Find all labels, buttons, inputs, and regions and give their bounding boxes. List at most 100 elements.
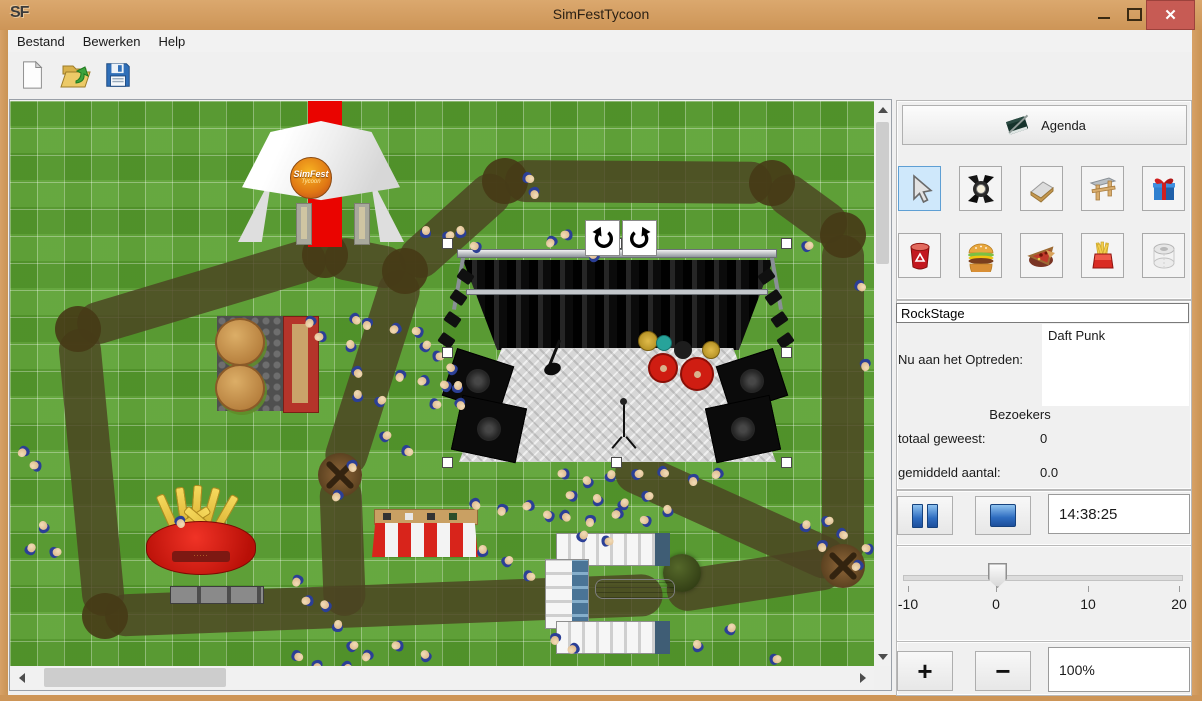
tool-spotlight-button[interactable] (959, 166, 1002, 211)
entrance-tent[interactable]: SimFestTycoon (242, 121, 400, 245)
festival-visitor (351, 389, 364, 403)
menu-help[interactable]: Help (150, 32, 195, 51)
selection-handle[interactable] (781, 238, 792, 249)
festival-visitor (769, 652, 783, 665)
fries-stand[interactable]: ····· (146, 499, 256, 579)
festival-visitor (332, 620, 344, 633)
fries-stand-sign: ····· (172, 551, 230, 562)
window-frame-right (1192, 30, 1202, 701)
market-stall[interactable] (372, 509, 478, 559)
open-file-button[interactable] (57, 56, 93, 94)
horizontal-scrollbar-thumb[interactable] (44, 668, 226, 687)
fries-bowl (146, 521, 256, 575)
tool-fries-button[interactable] (1081, 233, 1124, 278)
toolbar (8, 52, 1192, 97)
festival-visitor (420, 226, 431, 238)
cursor-icon (904, 173, 936, 205)
scroll-down-button[interactable] (874, 648, 891, 666)
toilet-block[interactable] (545, 559, 589, 629)
tool-burger-button[interactable] (959, 233, 1002, 278)
scroll-left-button[interactable] (10, 666, 33, 689)
festival-visitor (452, 381, 463, 393)
mic-head (620, 398, 627, 405)
festival-map-canvas[interactable]: ····· (10, 101, 874, 666)
menu-bestand[interactable]: Bestand (8, 32, 74, 51)
pause-button[interactable] (897, 496, 953, 535)
rotate-right-button[interactable] (622, 220, 657, 256)
scroll-right-button[interactable] (851, 666, 874, 689)
stage-light (443, 311, 462, 329)
average-visitors-value: 0.0 (1040, 465, 1058, 480)
footpath-segment (57, 327, 126, 618)
festival-visitor (816, 539, 828, 552)
path-tile-icon (1026, 173, 1058, 205)
save-file-button[interactable] (100, 56, 136, 94)
slider-label-min: -10 (898, 596, 918, 612)
festival-visitor (557, 468, 570, 480)
festival-visitor (541, 508, 557, 524)
title-bar: SF SimFestTycoon ✕ (0, 0, 1202, 31)
festival-visitor (290, 649, 305, 663)
footpath-corner (749, 160, 795, 206)
festival-visitor (604, 469, 617, 483)
footpath-segment (505, 160, 772, 204)
rotate-cw-icon (628, 226, 652, 250)
scroll-up-button[interactable] (874, 101, 891, 119)
festival-visitor (476, 544, 488, 557)
footpath-corner (382, 248, 428, 294)
average-visitors-label: gemiddeld aantal: (898, 465, 1001, 480)
toilet-block-end (655, 533, 670, 566)
close-button[interactable]: ✕ (1146, 0, 1195, 30)
festival-visitor (429, 398, 442, 410)
tool-toilet-paper-button[interactable] (1142, 233, 1185, 278)
selection-handle[interactable] (781, 457, 792, 468)
stage-name-input[interactable] (896, 303, 1189, 323)
drum-teal (656, 335, 672, 351)
festival-visitor (417, 648, 433, 664)
festival-visitor (521, 499, 536, 514)
festival-visitor (313, 330, 327, 344)
festival-visitor (723, 621, 738, 637)
selection-handle[interactable] (442, 238, 453, 249)
selection-handle[interactable] (442, 347, 453, 358)
menu-bar: Bestand Bewerken Help (8, 30, 1192, 53)
new-file-button[interactable] (14, 56, 50, 94)
festival-visitor (557, 508, 573, 524)
festival-visitor (23, 541, 38, 556)
tool-gift-button[interactable] (1142, 166, 1185, 211)
tool-trash-button[interactable] (898, 233, 941, 278)
burger-stand[interactable] (205, 316, 317, 411)
festival-visitor (310, 659, 324, 666)
festival-visitor (601, 535, 613, 546)
tool-select-button[interactable] (898, 166, 941, 211)
menu-bewerken[interactable]: Bewerken (74, 32, 150, 51)
festival-visitor (15, 444, 31, 460)
selection-handle[interactable] (611, 457, 622, 468)
selection-handle[interactable] (442, 457, 453, 468)
zoom-in-button[interactable]: + (897, 651, 953, 691)
festival-visitor (394, 369, 407, 383)
festival-visitor (416, 373, 432, 388)
tool-path-button[interactable] (1020, 166, 1063, 211)
minimize-button[interactable] (1088, 0, 1120, 28)
toilet-paper-icon (1148, 240, 1180, 272)
festival-visitor (861, 543, 874, 556)
vertical-scrollbar-thumb[interactable] (876, 122, 889, 264)
drum-black (674, 341, 692, 359)
festival-visitor (400, 444, 415, 458)
tool-stage-frame-button[interactable] (1081, 166, 1124, 211)
selection-handle[interactable] (781, 347, 792, 358)
festival-visitor (499, 553, 515, 569)
agenda-button[interactable]: Agenda (902, 105, 1187, 145)
rotate-ccw-icon (591, 226, 615, 250)
zoom-out-button[interactable]: − (975, 651, 1031, 691)
speed-slider-track[interactable] (903, 575, 1183, 581)
rotate-left-button[interactable] (585, 220, 620, 256)
bench (170, 586, 264, 604)
festival-visitor (560, 229, 573, 241)
festival-visitor (362, 318, 373, 330)
tool-pizza-button[interactable] (1020, 233, 1063, 278)
clock-display: 14:38:25 (1048, 494, 1190, 534)
stop-button[interactable] (975, 496, 1031, 535)
slider-tick (1179, 586, 1180, 592)
